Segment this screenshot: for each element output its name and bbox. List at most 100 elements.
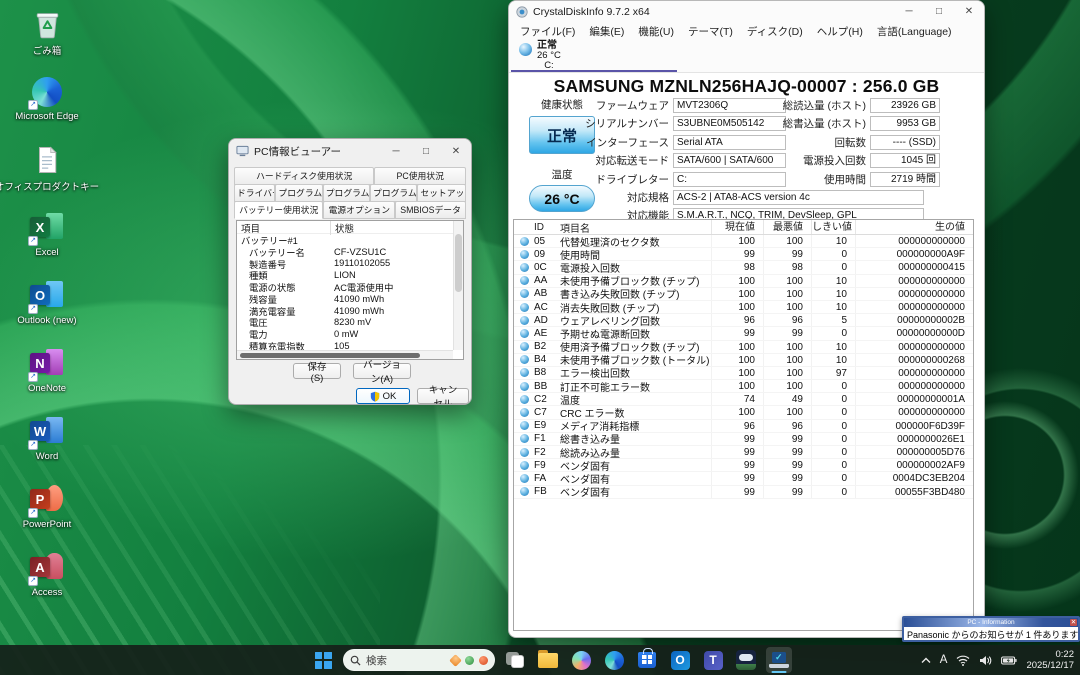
shortcut-arrow-icon	[28, 372, 38, 382]
cdi-menu-item-0[interactable]: ファイル(F)	[513, 22, 582, 41]
minimize-icon[interactable]: ─	[894, 1, 924, 22]
status-good-orb-icon	[520, 474, 529, 483]
shortcut-arrow-icon	[28, 576, 38, 586]
close-icon[interactable]: ✕	[954, 1, 984, 22]
smart-column-header-0: ID	[534, 222, 560, 233]
cdi-menu-item-2[interactable]: 機能(U)	[631, 22, 681, 41]
text-document-icon	[30, 143, 64, 177]
clock[interactable]: 0:22 2025/12/17	[1026, 649, 1074, 671]
cancel-button[interactable]: キャンセル	[417, 388, 469, 404]
desktop-icon-word[interactable]: W Word	[4, 412, 90, 480]
status-good-orb-icon	[520, 250, 529, 259]
desktop-icon-outlook[interactable]: O Outlook (new)	[4, 276, 90, 344]
disk-tab-c-drive[interactable]: 正常 26 °C C:	[511, 40, 677, 72]
outlook-button[interactable]	[667, 647, 693, 673]
task-view-button[interactable]	[502, 647, 528, 673]
shortcut-arrow-icon	[28, 100, 38, 110]
maximize-icon[interactable]: □	[411, 139, 441, 163]
status-good-orb-icon	[520, 421, 529, 430]
outlook-icon	[671, 651, 690, 670]
edge-button[interactable]	[601, 647, 627, 673]
pcv-tab-0-0[interactable]: ハードディスク使用状況	[234, 167, 374, 185]
status-good-orb-icon	[520, 289, 529, 298]
status-good-orb-icon	[520, 382, 529, 391]
pcv-tab-0-1[interactable]: PC使用状況	[374, 167, 466, 185]
pcv-tab-1-3[interactable]: プログラム 3	[370, 184, 417, 202]
status-good-orb-icon	[520, 408, 529, 417]
disk-field-label-2: インターフェース	[509, 135, 673, 150]
file-explorer-button[interactable]	[535, 647, 561, 673]
disk-usage-value-0: 23926 GB	[870, 98, 940, 113]
disk-usage-value-1: 9953 GB	[870, 116, 940, 131]
desktop-icon-onenote[interactable]: N OneNote	[4, 344, 90, 412]
pcv-tab-1-2[interactable]: プログラム 2	[323, 184, 370, 202]
crystaldiskinfo-app-icon	[516, 6, 528, 18]
horizontal-scrollbar[interactable]	[237, 350, 453, 359]
status-good-orb-icon	[520, 303, 529, 312]
store-icon	[638, 652, 656, 668]
search-input[interactable]: 検索	[343, 649, 495, 671]
outlook-icon: O	[30, 279, 64, 313]
status-good-orb-icon	[520, 237, 529, 246]
cdi-menu-item-3[interactable]: テーマ(T)	[681, 22, 740, 41]
save-button[interactable]: 保存(S)	[293, 363, 341, 379]
smart-attribute-table: ID項目名現在値最悪値しきい値生の値 05代替処理済のセクタ数100100100…	[513, 219, 974, 631]
disk-field-wide-row-0: 対応規格ACS-2 | ATA8-ACS version 4c	[509, 189, 924, 206]
desktop-icon-edge[interactable]: Microsoft Edge	[4, 72, 90, 140]
cdi-menu-item-4[interactable]: ディスク(D)	[740, 22, 810, 41]
desktop-icon-label: ごみ箱	[33, 43, 62, 57]
status-good-orb-icon	[520, 461, 529, 470]
battery-icon[interactable]	[1001, 656, 1017, 665]
disk-usage-row-2: 回転数---- (SSD)	[835, 134, 941, 151]
pcv-window-title: PC情報ビューアー	[254, 144, 341, 159]
wifi-icon[interactable]	[956, 655, 970, 666]
desktop-icon-recycle-bin[interactable]: ごみ箱	[4, 4, 90, 72]
recycle-bin-icon	[30, 7, 64, 41]
desktop-icon-office-product-key[interactable]: オフィスプロダクトキー	[4, 140, 90, 208]
edge-icon	[605, 651, 624, 670]
minimize-icon[interactable]: ─	[381, 139, 411, 163]
status-good-orb-icon	[520, 329, 529, 338]
pcv-tab-control: ハードディスク使用状況PC使用状況ドライバープログラム 1プログラム 2プログラ…	[229, 163, 471, 219]
word-icon: W	[30, 415, 64, 449]
ok-button[interactable]: OK	[356, 388, 410, 404]
tray-time: 0:22	[1056, 649, 1075, 660]
pc-utility-icon	[736, 650, 756, 670]
disk-field-label-1: シリアルナンバー	[509, 116, 673, 131]
pc-info-viewer-taskbar-button[interactable]: ✓	[766, 647, 792, 673]
pc-settings-utility-button[interactable]	[733, 647, 759, 673]
notification-close-icon[interactable]: ✕	[1070, 619, 1077, 626]
close-icon[interactable]: ✕	[441, 139, 471, 163]
microsoft-store-button[interactable]	[634, 647, 660, 673]
ime-indicator[interactable]: A	[940, 654, 948, 666]
pcv-tab-1-0[interactable]: ドライバー	[234, 184, 275, 202]
status-good-orb-icon	[520, 263, 529, 272]
desktop-icon-excel[interactable]: X Excel	[4, 208, 90, 276]
desktop-icon-list: ごみ箱 Microsoft Edge オフィスプロダクトキー X Excel O	[4, 4, 90, 616]
version-button[interactable]: バージョン(A)	[353, 363, 411, 379]
cdi-menu-item-6[interactable]: 言語(Language)	[870, 22, 959, 41]
start-button[interactable]	[310, 647, 336, 673]
cdi-menu-item-1[interactable]: 編集(E)	[582, 22, 631, 41]
teams-button[interactable]	[700, 647, 726, 673]
tray-chevron-up-icon[interactable]	[921, 657, 931, 664]
disk-field-wide-value-0: ACS-2 | ATA8-ACS version 4c	[673, 190, 924, 205]
search-ornament-icon	[449, 654, 462, 667]
vertical-scrollbar[interactable]	[453, 221, 463, 350]
copilot-button[interactable]	[568, 647, 594, 673]
desktop-icon-access[interactable]: A Access	[4, 548, 90, 616]
volume-icon[interactable]	[979, 655, 992, 666]
pcv-tab-1-1[interactable]: プログラム 1	[275, 184, 322, 202]
maximize-icon[interactable]: □	[924, 1, 954, 22]
pcv-tab-2-1[interactable]: 電源オプション	[323, 201, 395, 219]
desktop-icon-powerpoint[interactable]: P PowerPoint	[4, 480, 90, 548]
smart-row[interactable]: FBベンダ固有9999000055F3BD480	[514, 486, 973, 499]
cdi-menu-item-5[interactable]: ヘルプ(H)	[810, 22, 870, 41]
active-app-indicator	[772, 671, 787, 674]
pcv-tab-2-0[interactable]: バッテリー使用状況	[234, 201, 323, 219]
disk-usage-value-4: 2719 時間	[870, 172, 940, 187]
pcv-tab-1-4[interactable]: セットアップ	[417, 184, 466, 202]
disk-field-label-0: ファームウェア	[509, 98, 673, 113]
pcv-tab-2-2[interactable]: SMBIOSデータ	[395, 201, 466, 219]
pc-information-notification[interactable]: PC - Information ✕ Panasonic からのお知らせが 1 …	[902, 616, 1080, 642]
